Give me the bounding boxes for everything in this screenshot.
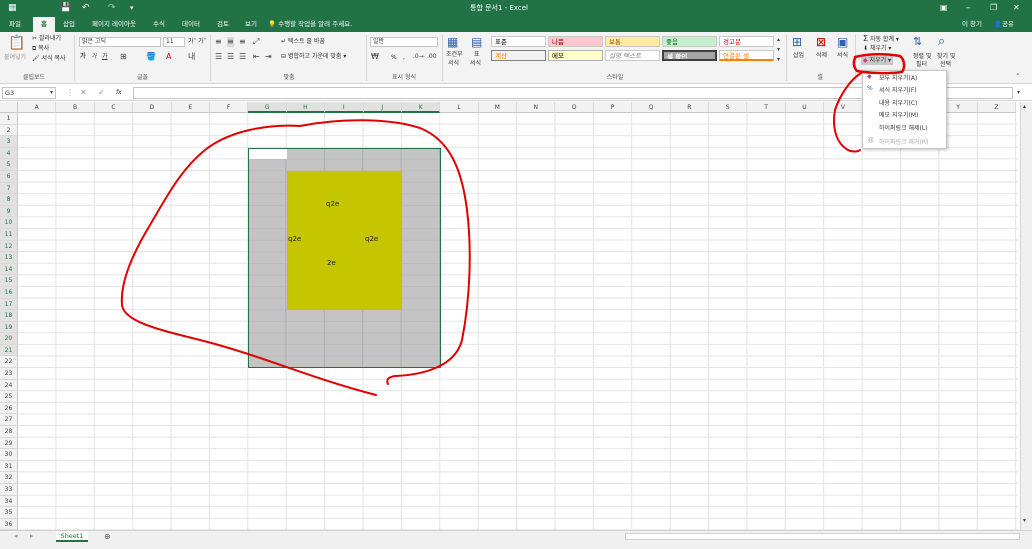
red-box-around-clear-button bbox=[852, 53, 906, 75]
red-curve-to-dropdown bbox=[833, 72, 862, 153]
excel-window: ▦ 💾 ↶ ↷ ▾ 통합 문서1 - Excel ▣ – ❐ ✕ 파일 홈 삽입… bbox=[0, 0, 1032, 549]
red-annotation-overlay bbox=[120, 53, 906, 396]
red-circle-upper-arc bbox=[299, 119, 471, 385]
red-circle-around-range bbox=[120, 124, 377, 396]
